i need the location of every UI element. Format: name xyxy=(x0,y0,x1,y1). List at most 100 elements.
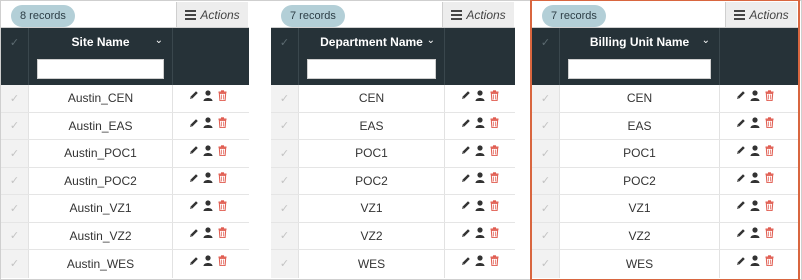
row-checkbox[interactable]: ✓ xyxy=(271,250,299,278)
trash-icon[interactable] xyxy=(489,227,499,239)
column-header[interactable]: Site Name ⌄ xyxy=(29,28,173,85)
trash-icon[interactable] xyxy=(217,227,227,239)
user-icon[interactable] xyxy=(750,145,760,156)
edit-pencil-icon[interactable] xyxy=(189,172,199,183)
row-checkbox[interactable]: ✓ xyxy=(532,140,560,167)
trash-icon[interactable] xyxy=(217,145,227,156)
row-checkbox[interactable]: ✓ xyxy=(271,195,299,222)
user-icon[interactable] xyxy=(750,255,760,267)
row-checkbox[interactable]: ✓ xyxy=(1,195,29,222)
user-icon[interactable] xyxy=(750,117,760,129)
edit-pencil-icon[interactable] xyxy=(461,90,471,101)
sort-caret-icon[interactable]: ⌄ xyxy=(427,35,435,46)
row-name-cell: VZ2 xyxy=(560,222,720,249)
edit-pencil-icon[interactable] xyxy=(736,145,746,156)
edit-pencil-icon[interactable] xyxy=(189,255,199,266)
trash-icon[interactable] xyxy=(764,145,774,156)
edit-pencil-icon[interactable] xyxy=(461,117,471,128)
row-checkbox[interactable]: ✓ xyxy=(1,222,29,249)
trash-icon[interactable] xyxy=(217,200,227,211)
edit-pencil-icon[interactable] xyxy=(736,117,746,128)
user-icon[interactable] xyxy=(475,117,485,129)
column-header[interactable]: Department Name ⌄ xyxy=(299,28,445,85)
select-all-checkbox[interactable]: ✓ xyxy=(532,28,560,85)
column-filter-input[interactable] xyxy=(568,59,711,79)
trash-icon[interactable] xyxy=(764,90,774,101)
trash-icon[interactable] xyxy=(764,117,774,129)
user-icon[interactable] xyxy=(475,90,485,101)
trash-icon[interactable] xyxy=(764,172,774,184)
row-checkbox[interactable]: ✓ xyxy=(532,85,560,112)
sort-caret-icon[interactable]: ⌄ xyxy=(702,35,710,46)
trash-icon[interactable] xyxy=(217,90,227,101)
trash-icon[interactable] xyxy=(764,255,774,267)
user-icon[interactable] xyxy=(750,200,760,211)
edit-pencil-icon[interactable] xyxy=(461,172,471,183)
select-all-checkbox[interactable]: ✓ xyxy=(271,28,299,85)
trash-icon[interactable] xyxy=(489,117,499,129)
user-icon[interactable] xyxy=(203,200,213,211)
edit-pencil-icon[interactable] xyxy=(461,145,471,156)
row-checkbox[interactable]: ✓ xyxy=(532,222,560,249)
row-checkbox[interactable]: ✓ xyxy=(271,167,299,194)
sort-caret-icon[interactable]: ⌄ xyxy=(155,35,163,46)
trash-icon[interactable] xyxy=(764,200,774,211)
actions-button[interactable]: Actions xyxy=(442,2,514,27)
user-icon[interactable] xyxy=(475,172,485,184)
row-checkbox[interactable]: ✓ xyxy=(271,112,299,139)
trash-icon[interactable] xyxy=(217,117,227,129)
row-checkbox[interactable]: ✓ xyxy=(1,167,29,194)
user-icon[interactable] xyxy=(203,117,213,129)
edit-pencil-icon[interactable] xyxy=(736,255,746,266)
trash-icon[interactable] xyxy=(217,172,227,184)
actions-button[interactable]: Actions xyxy=(725,2,797,27)
row-checkbox[interactable]: ✓ xyxy=(1,140,29,167)
column-header[interactable]: Billing Unit Name ⌄ xyxy=(560,28,720,85)
user-icon[interactable] xyxy=(475,200,485,211)
edit-pencil-icon[interactable] xyxy=(189,145,199,156)
row-checkbox[interactable]: ✓ xyxy=(532,195,560,222)
edit-pencil-icon[interactable] xyxy=(189,117,199,128)
edit-pencil-icon[interactable] xyxy=(736,227,746,238)
row-checkbox[interactable]: ✓ xyxy=(532,112,560,139)
edit-pencil-icon[interactable] xyxy=(736,172,746,183)
trash-icon[interactable] xyxy=(764,227,774,239)
user-icon[interactable] xyxy=(203,172,213,184)
user-icon[interactable] xyxy=(475,145,485,156)
user-icon[interactable] xyxy=(750,172,760,184)
row-checkbox[interactable]: ✓ xyxy=(271,85,299,112)
row-checkbox[interactable]: ✓ xyxy=(532,250,560,278)
column-filter-input[interactable] xyxy=(37,59,164,79)
user-icon[interactable] xyxy=(475,227,485,239)
user-icon[interactable] xyxy=(475,255,485,267)
row-checkbox[interactable]: ✓ xyxy=(271,140,299,167)
trash-icon[interactable] xyxy=(489,90,499,101)
row-checkbox[interactable]: ✓ xyxy=(271,222,299,249)
edit-pencil-icon[interactable] xyxy=(461,255,471,266)
edit-pencil-icon[interactable] xyxy=(189,200,199,211)
user-icon[interactable] xyxy=(203,227,213,239)
user-icon[interactable] xyxy=(750,90,760,101)
user-icon[interactable] xyxy=(203,255,213,267)
edit-pencil-icon[interactable] xyxy=(736,90,746,101)
trash-icon[interactable] xyxy=(489,200,499,211)
user-icon[interactable] xyxy=(203,90,213,101)
edit-pencil-icon[interactable] xyxy=(461,200,471,211)
select-all-checkbox[interactable]: ✓ xyxy=(1,28,29,85)
edit-pencil-icon[interactable] xyxy=(736,200,746,211)
row-checkbox[interactable]: ✓ xyxy=(1,250,29,278)
row-checkbox[interactable]: ✓ xyxy=(1,85,29,112)
user-icon[interactable] xyxy=(203,145,213,156)
trash-icon[interactable] xyxy=(489,255,499,267)
trash-icon[interactable] xyxy=(217,255,227,267)
trash-icon[interactable] xyxy=(489,145,499,156)
row-checkbox[interactable]: ✓ xyxy=(532,167,560,194)
actions-button[interactable]: Actions xyxy=(176,2,248,27)
edit-pencil-icon[interactable] xyxy=(189,90,199,101)
edit-pencil-icon[interactable] xyxy=(189,227,199,238)
column-filter-input[interactable] xyxy=(307,59,436,79)
row-checkbox[interactable]: ✓ xyxy=(1,112,29,139)
edit-pencil-icon[interactable] xyxy=(461,227,471,238)
trash-icon[interactable] xyxy=(489,172,499,184)
user-icon[interactable] xyxy=(750,227,760,239)
